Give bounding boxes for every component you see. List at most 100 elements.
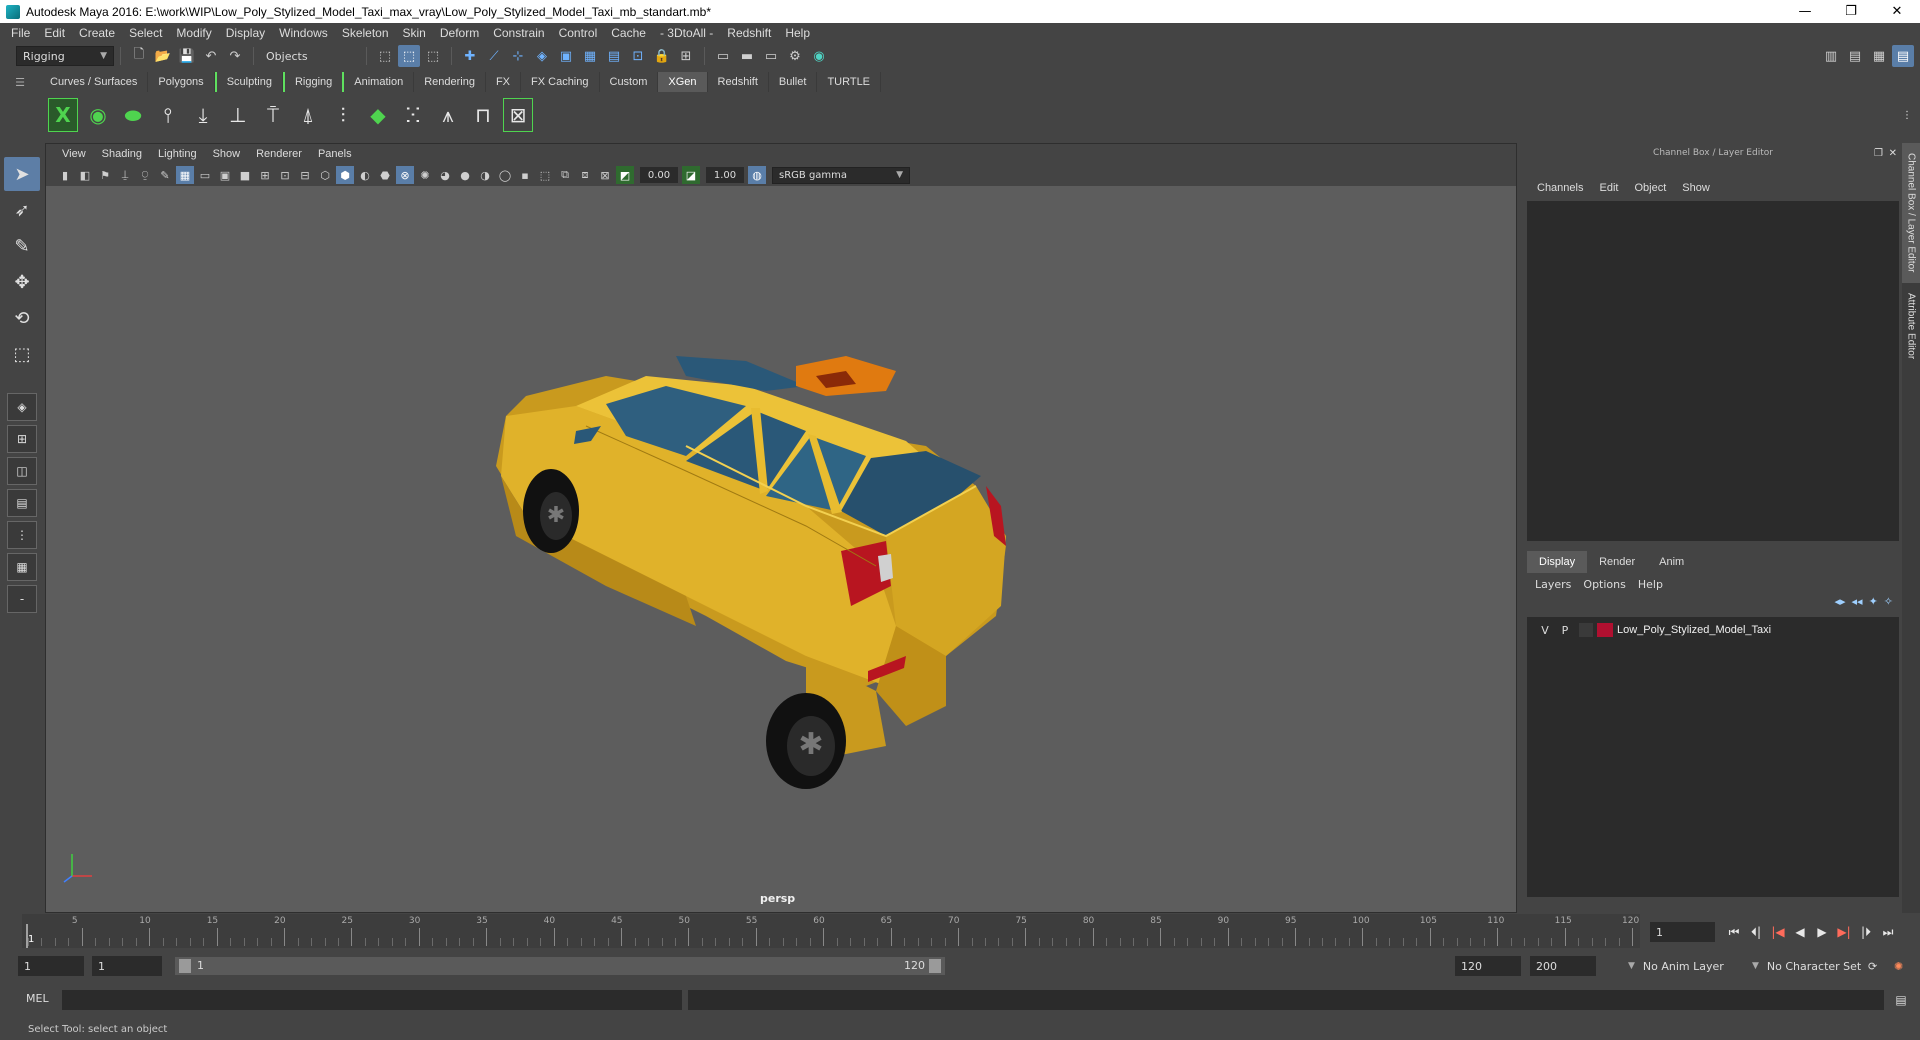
snap-grid-icon[interactable]: ✚ [459, 45, 481, 67]
color-management-icon[interactable]: ◍ [748, 166, 766, 184]
graph-layout-icon[interactable]: ⋮ [7, 521, 37, 549]
menu-deform[interactable]: Deform [433, 26, 486, 40]
taxi-model[interactable]: ✱ ✱ [46, 186, 1516, 912]
select-object-icon[interactable]: ⬚ [398, 45, 420, 67]
play-forward-icon[interactable]: ▶ [1813, 922, 1831, 942]
layer-menu-options[interactable]: Options [1577, 578, 1631, 591]
animation-end-field[interactable]: 200 [1530, 956, 1596, 976]
safe-action-icon[interactable]: ⊡ [276, 166, 294, 184]
color-space-dropdown[interactable]: sRGB gamma ▼ [772, 166, 910, 184]
history-icon[interactable]: ▦ [579, 45, 601, 67]
shelf-menu-icon[interactable]: ☰ [0, 71, 40, 93]
menu-control[interactable]: Control [552, 26, 605, 40]
paint-select-tool-icon[interactable]: ✎ [4, 229, 40, 263]
go-to-end-icon[interactable]: ⏭ [1879, 922, 1897, 942]
viewport-menu-show[interactable]: Show [205, 148, 249, 160]
lock-icon[interactable]: 🔒 [651, 45, 673, 67]
script-editor-icon[interactable]: ▤ [1892, 991, 1910, 1009]
range-bar[interactable]: 1 120 [175, 957, 945, 975]
wireframe-icon[interactable]: ⬡ [316, 166, 334, 184]
menu-help[interactable]: Help [778, 26, 817, 40]
default-material-icon[interactable]: ◐ [356, 166, 374, 184]
move-layer-up-icon[interactable]: ◂▸ [1834, 595, 1845, 615]
exposure-field[interactable]: 0.00 [640, 167, 678, 183]
lasso-tool-icon[interactable]: ➶ [4, 193, 40, 227]
tab-rendering[interactable]: Rendering [414, 72, 486, 92]
layer-display-type-toggle[interactable] [1579, 623, 1593, 637]
menu-edit[interactable]: Edit [37, 26, 72, 40]
open-scene-icon[interactable]: 📂 [152, 45, 174, 67]
command-language-label[interactable]: MEL [26, 992, 49, 1005]
camera-attributes-icon[interactable]: ◧ [76, 166, 94, 184]
two-view-layout-icon[interactable]: ◫ [7, 457, 37, 485]
viewport-menu-shading[interactable]: Shading [94, 148, 150, 160]
motion-blur-icon[interactable]: ◯ [496, 166, 514, 184]
ipr-render-icon[interactable]: ▭ [760, 45, 782, 67]
viewport-menu-panels[interactable]: Panels [310, 148, 360, 160]
tab-animation[interactable]: Animation [344, 72, 415, 92]
menu-display[interactable]: Display [219, 26, 272, 40]
step-back-key-icon[interactable]: |◀ [1769, 922, 1787, 942]
layer-color-swatch[interactable] [1597, 623, 1613, 637]
tab-curves-surfaces[interactable]: Curves / Surfaces [40, 72, 149, 92]
tab-anim-layers[interactable]: Anim [1647, 551, 1696, 573]
tab-fx[interactable]: FX [486, 72, 522, 92]
select-hierarchy-icon[interactable]: ⬚ [374, 45, 396, 67]
render-settings-icon[interactable]: ⚙ [784, 45, 806, 67]
channel-box-toggle-icon[interactable]: ▤ [1892, 45, 1914, 67]
bookmark-icon[interactable]: ⚑ [96, 166, 114, 184]
menu-select[interactable]: Select [122, 26, 169, 40]
tab-xgen[interactable]: XGen [658, 72, 708, 92]
xgen-guide-comb-icon[interactable]: ⩚ [433, 98, 463, 132]
xray-icon[interactable]: ⊗ [396, 166, 414, 184]
tab-display-layers[interactable]: Display [1527, 551, 1588, 573]
outliner-layout-icon[interactable]: ▤ [7, 489, 37, 517]
exposure-icon[interactable]: ◩ [616, 166, 634, 184]
xgen-clear-preview-icon[interactable]: ⬬ [118, 98, 148, 132]
animation-preferences-icon[interactable]: ✺ [1888, 956, 1912, 976]
layer-visibility-toggle[interactable]: V [1535, 624, 1555, 637]
render-region-icon[interactable]: ▭ [712, 45, 734, 67]
channel-box-menu-show[interactable]: Show [1674, 182, 1718, 194]
restore-button[interactable]: ❐ [1828, 0, 1874, 23]
tab-redshift[interactable]: Redshift [708, 72, 769, 92]
new-layer-from-selected-icon[interactable]: ✧ [1884, 595, 1893, 615]
selection-mode-dropdown[interactable]: Objects [260, 46, 360, 66]
play-backward-icon[interactable]: ◀ [1791, 922, 1809, 942]
menu-skeleton[interactable]: Skeleton [335, 26, 396, 40]
use-all-lights-icon[interactable]: ◕ [436, 166, 454, 184]
channel-box-menu-channels[interactable]: Channels [1529, 182, 1591, 194]
isolate-select-icon[interactable]: ⬚ [536, 166, 554, 184]
menu-cache[interactable]: Cache [604, 26, 653, 40]
xray-joints-icon[interactable]: ⧉ [556, 166, 574, 184]
xgen-guide-move-icon[interactable]: ⤓ [188, 98, 218, 132]
range-end-handle[interactable] [929, 959, 941, 973]
tool-settings-toggle-icon[interactable]: ▦ [1868, 45, 1890, 67]
layer-row[interactable]: V P Low_Poly_Stylized_Model_Taxi [1527, 621, 1899, 639]
channel-box-area[interactable] [1527, 201, 1899, 541]
layer-menu-help[interactable]: Help [1632, 578, 1669, 591]
viewport-menu-view[interactable]: View [54, 148, 94, 160]
xgen-guide-scale-icon[interactable]: ⍑ [258, 98, 288, 132]
safe-title-icon[interactable]: ⊟ [296, 166, 314, 184]
tab-custom[interactable]: Custom [600, 72, 659, 92]
move-layer-down-icon[interactable]: ◂◂ [1852, 595, 1863, 615]
smooth-shade-icon[interactable]: ⬢ [336, 166, 354, 184]
tab-turtle[interactable]: TURTLE [817, 72, 882, 92]
xgen-editor-icon[interactable]: X [48, 98, 78, 132]
tab-attribute-editor[interactable]: Attribute Editor [1902, 283, 1920, 369]
wireframe-on-shaded-icon[interactable]: ⬣ [376, 166, 394, 184]
playback-end-field[interactable]: 120 [1455, 956, 1521, 976]
grease-pencil-icon[interactable]: ✎ [156, 166, 174, 184]
four-view-layout-icon[interactable]: ⊞ [7, 425, 37, 453]
make-live-icon[interactable]: ▣ [555, 45, 577, 67]
xgen-guide-add-icon[interactable]: ⫯ [153, 98, 183, 132]
two-d-pan-icon[interactable]: ⍜ [136, 166, 154, 184]
xgen-guide-insert-icon[interactable]: ⊥ [223, 98, 253, 132]
gamma-icon[interactable]: ◪ [682, 166, 700, 184]
minimize-button[interactable]: — [1782, 0, 1828, 23]
channel-box-menu-object[interactable]: Object [1626, 182, 1674, 194]
current-frame-field[interactable]: 1 [1650, 922, 1715, 942]
xgen-preview-icon[interactable]: ◉ [83, 98, 113, 132]
shelf-scroll-icon[interactable]: ⋮ [1899, 98, 1915, 132]
